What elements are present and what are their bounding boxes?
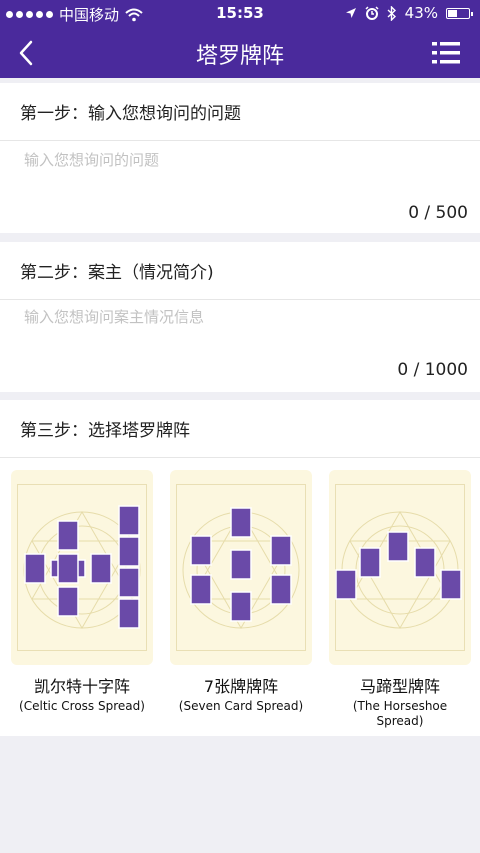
page-title: 塔罗牌阵 <box>195 44 284 69</box>
spread-name: 凯尔特十字阵 <box>33 677 130 696</box>
step2-section: 第二步：案主（情况简介) 输入您想询问案主情况信息 0 / 1000 <box>0 242 480 392</box>
spread-name: 7张牌牌阵 <box>203 677 279 696</box>
top-bar: 中国移动 15:53 43% 塔罗牌阵 <box>0 0 480 78</box>
celtic-cross-image <box>11 470 153 665</box>
battery-percent: 43% <box>404 4 438 22</box>
spread-english-name: (Celtic Cross Spread) <box>19 699 145 713</box>
spread-seven-card[interactable]: 7张牌牌阵 (Seven Card Spread) <box>170 470 312 714</box>
alarm-icon <box>365 6 379 20</box>
spread-horseshoe[interactable]: 马蹄型牌阵 (The Horseshoe Spread) <box>329 470 471 729</box>
navigation-bar: 塔罗牌阵 <box>0 28 480 78</box>
location-icon <box>345 8 356 18</box>
seven-card-image <box>170 470 312 665</box>
step3-section: 第三步：选择塔罗牌阵 凯尔特十字阵 (Celtic Cross Spread) … <box>0 400 480 736</box>
question-placeholder: 输入您想询问的问题 <box>24 151 160 169</box>
question-counter: 0 / 500 <box>408 203 468 223</box>
querent-counter: 0 / 1000 <box>397 360 468 380</box>
step2-heading: 第二步：案主（情况简介) <box>0 242 480 300</box>
battery-level <box>448 9 458 17</box>
question-input[interactable]: 输入您想询问的问题 0 / 500 <box>0 141 480 233</box>
spread-english-name: (Seven Card Spread) <box>178 699 304 713</box>
battery-icon <box>446 7 473 19</box>
step1-section: 第一步：输入您想询问的问题 输入您想询问的问题 0 / 500 <box>0 83 480 233</box>
spread-name: 马蹄型牌阵 <box>359 677 440 696</box>
status-bar: 中国移动 15:53 43% <box>0 0 480 28</box>
querent-info-input[interactable]: 输入您想询问案主情况信息 0 / 1000 <box>0 300 480 392</box>
spread-english-name: (The Horseshoe Spread) <box>352 699 448 728</box>
querent-placeholder: 输入您想询问案主情况信息 <box>24 308 205 326</box>
step3-heading: 第三步：选择塔罗牌阵 <box>0 400 480 458</box>
spread-celtic-cross[interactable]: 凯尔特十字阵 (Celtic Cross Spread) <box>11 470 153 714</box>
step1-heading: 第一步：输入您想询问的问题 <box>0 83 480 141</box>
horseshoe-image <box>329 470 471 665</box>
list-menu-icon[interactable] <box>432 40 460 66</box>
spread-list: 凯尔特十字阵 (Celtic Cross Spread) 7张牌牌阵 (Seve… <box>0 458 480 738</box>
bluetooth-icon <box>387 5 396 21</box>
